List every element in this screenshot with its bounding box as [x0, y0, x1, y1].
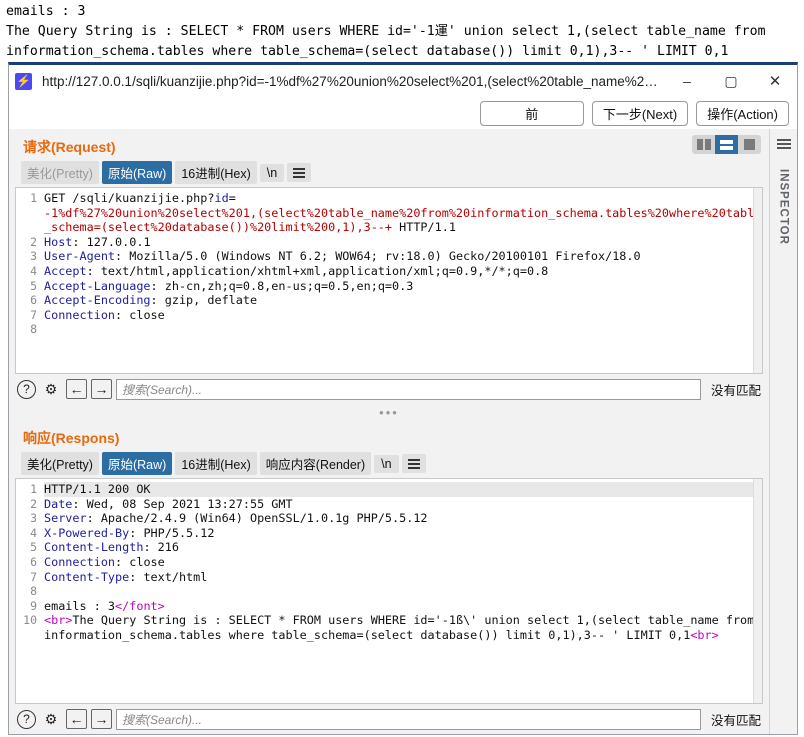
prev-button[interactable]: 前: [479, 100, 584, 126]
response-code-lines[interactable]: HTTP/1.1 200 OK Date: Wed, 08 Sep 2021 13…: [40, 479, 762, 703]
request-line-numbers: 1 2345678: [16, 188, 40, 373]
response-search-input[interactable]: 搜索(Search)...: [116, 708, 701, 730]
response-no-match-label: 没有匹配: [710, 713, 761, 728]
inspector-hamburger-icon[interactable]: [773, 133, 795, 155]
response-line-10: <br>The Query String is : SELECT * FROM …: [44, 613, 755, 642]
tab-response-pretty[interactable]: 美化(Pretty): [21, 452, 99, 475]
inspector-label[interactable]: INSPECTOR: [778, 169, 790, 245]
page-line-1: emails : 3: [6, 4, 86, 19]
request-line-7: Connection: close: [44, 307, 165, 322]
request-line-8: [44, 322, 762, 337]
response-panel: 响应(Respons) 美化(Pretty) 原始(Raw) 16进制(Hex)…: [9, 420, 769, 734]
request-tab-strip: 美化(Pretty) 原始(Raw) 16进制(Hex) \n: [9, 159, 769, 187]
help-icon[interactable]: ?: [17, 379, 36, 399]
response-vertical-scrollbar[interactable]: [753, 479, 762, 703]
maximize-button[interactable]: ▢: [709, 66, 753, 96]
window-body: 请求(Request) 美化(Pretty) 原始(Raw) 16进制(Hex)…: [9, 129, 797, 734]
request-no-match-label: 没有匹配: [710, 383, 761, 398]
response-line-3: Server: Apache/2.4.9 (Win64) OpenSSL/1.0…: [44, 511, 428, 526]
response-line-9: emails : 3</font>: [44, 598, 165, 613]
response-line-2: Date: Wed, 08 Sep 2021 13:27:55 GMT: [44, 496, 293, 511]
request-search-bar: ? ⚙ ← → 搜索(Search)... 没有匹配: [9, 374, 769, 404]
page-line-2: The Query String is : SELECT * FROM user…: [6, 24, 774, 59]
request-title: 请求(Request): [23, 139, 116, 155]
response-menu-hamburger-icon[interactable]: [401, 454, 426, 473]
request-vertical-scrollbar[interactable]: [753, 188, 762, 373]
action-button-row: 前 下一步(Next) 操作(Action): [9, 97, 797, 129]
burp-repeater-window: ⚡ http://127.0.0.1/sqli/kuanzijie.php?id…: [8, 62, 798, 735]
request-line-2: Host: 127.0.0.1: [44, 234, 151, 249]
window-title-bar: ⚡ http://127.0.0.1/sqli/kuanzijie.php?id…: [9, 65, 797, 97]
response-search-bar: ? ⚙ ← → 搜索(Search)... 没有匹配: [9, 704, 769, 734]
response-line-7: Content-Type: text/html: [44, 569, 208, 584]
response-line-4: X-Powered-By: PHP/5.5.12: [44, 525, 215, 540]
response-line-8: [44, 584, 762, 599]
rows-view-icon[interactable]: [715, 135, 738, 154]
request-line-1: GET /sqli/kuanzijie.php?id= -1%df%27%20u…: [44, 191, 762, 235]
tab-request-raw[interactable]: 原始(Raw): [101, 161, 173, 184]
gear-icon[interactable]: ⚙: [40, 708, 62, 730]
tab-request-pretty[interactable]: 美化(Pretty): [21, 161, 99, 184]
response-header: 响应(Respons): [9, 420, 769, 450]
request-line-6: Accept-Encoding: gzip, deflate: [44, 293, 258, 308]
request-line-4: Accept: text/html,application/xhtml+xml,…: [44, 263, 549, 278]
minimize-button[interactable]: –: [665, 66, 709, 96]
tab-request-newline[interactable]: \n: [259, 163, 285, 182]
response-line-5: Content-Length: 216: [44, 540, 179, 555]
search-next-button[interactable]: →: [91, 709, 112, 729]
response-tab-strip: 美化(Pretty) 原始(Raw) 16进制(Hex) 响应内容(Render…: [9, 450, 769, 478]
tab-response-render[interactable]: 响应内容(Render): [259, 452, 372, 475]
window-controls: – ▢ ✕: [665, 66, 797, 96]
lightning-bolt-icon: ⚡: [15, 72, 32, 90]
request-header: 请求(Request): [9, 129, 769, 159]
request-menu-hamburger-icon[interactable]: [287, 163, 312, 182]
search-prev-button[interactable]: ←: [66, 379, 87, 399]
request-search-input[interactable]: 搜索(Search)...: [116, 378, 701, 400]
help-icon[interactable]: ?: [17, 709, 36, 729]
tab-request-hex[interactable]: 16进制(Hex): [175, 161, 257, 184]
request-code-area[interactable]: 1 2345678 GET /sqli/kuanzijie.php?id= -1…: [15, 187, 763, 374]
request-line-5: Accept-Language: zh-cn,zh;q=0.8,en-us;q=…: [44, 278, 414, 293]
panel-splitter[interactable]: •••: [9, 404, 769, 420]
close-button[interactable]: ✕: [753, 66, 797, 96]
single-view-icon[interactable]: [738, 135, 761, 154]
action-button[interactable]: 操作(Action): [696, 100, 789, 126]
tab-response-newline[interactable]: \n: [374, 454, 399, 473]
inspector-rail: INSPECTOR: [769, 129, 797, 734]
response-line-1: HTTP/1.1 200 OK: [44, 482, 762, 497]
request-line-3: User-Agent: Mozilla/5.0 (Windows NT 6.2;…: [44, 249, 641, 264]
screen: emails : 3 The Query String is : SELECT …: [0, 0, 804, 737]
request-code-lines[interactable]: GET /sqli/kuanzijie.php?id= -1%df%27%20u…: [40, 188, 762, 373]
tab-response-raw[interactable]: 原始(Raw): [101, 452, 173, 475]
view-layout-toggle[interactable]: [692, 135, 761, 154]
panels-column: 请求(Request) 美化(Pretty) 原始(Raw) 16进制(Hex)…: [9, 129, 769, 734]
response-title: 响应(Respons): [23, 430, 120, 446]
next-button[interactable]: 下一步(Next): [591, 100, 689, 126]
search-prev-button[interactable]: ←: [66, 709, 87, 729]
response-code-area[interactable]: 1 2 3 4 5 6 7 8 9 10 HTTP/1.1 200 OK Date: Wed, 08…: [15, 478, 763, 704]
tab-response-hex[interactable]: 16进制(Hex): [175, 452, 257, 475]
gear-icon[interactable]: ⚙: [40, 378, 62, 400]
response-line-6: Connection: close: [44, 554, 165, 569]
rendered-page-output: emails : 3 The Query String is : SELECT …: [6, 2, 796, 62]
response-line-numbers: 1 2 3 4 5 6 7 8 9 10: [16, 479, 40, 703]
request-panel: 请求(Request) 美化(Pretty) 原始(Raw) 16进制(Hex)…: [9, 129, 769, 404]
columns-view-icon[interactable]: [692, 135, 715, 154]
url-label: http://127.0.0.1/sqli/kuanzijie.php?id=-…: [42, 73, 658, 89]
search-next-button[interactable]: →: [91, 379, 112, 399]
